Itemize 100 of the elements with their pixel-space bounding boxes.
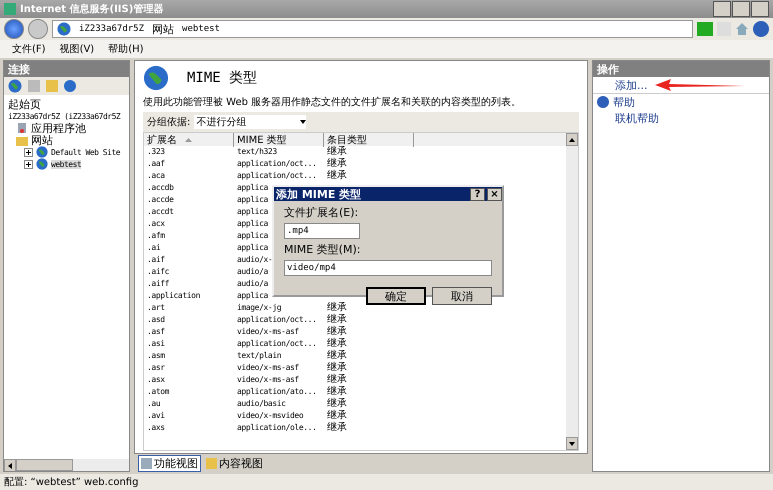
input-field[interactable]: video/mp4 xyxy=(284,260,492,276)
table-cell: application/oct... xyxy=(237,338,316,350)
table-cell: applica xyxy=(237,242,268,254)
sort-icon xyxy=(185,138,192,142)
table-cell-text: 继承 xyxy=(327,362,347,374)
table-cell: .axs xyxy=(147,422,165,434)
table-cell: .aif xyxy=(147,254,165,266)
action-link[interactable]: 添加... xyxy=(615,78,648,92)
view-tab[interactable]: 功能视图 xyxy=(138,454,201,472)
column-header[interactable]: 扩展名 xyxy=(144,133,234,147)
table-cell-text: 继承 xyxy=(327,374,347,386)
field-label: MIME 类型(M): xyxy=(284,242,360,257)
breadcrumb[interactable]: iZ233a67dr5Z xyxy=(79,24,144,34)
back-button[interactable] xyxy=(4,19,24,39)
table-cell-text: 继承 xyxy=(327,386,347,398)
table-cell: video/x-msvideo xyxy=(237,410,304,422)
tree-item[interactable]: 网站 xyxy=(31,132,53,148)
table-cell: .asf xyxy=(147,326,165,338)
table-cell-text: 继承 xyxy=(327,326,347,338)
table-cell: .atom xyxy=(147,386,170,398)
group-label: 分组依据: xyxy=(147,116,190,129)
table-cell: .aiff xyxy=(147,278,170,290)
panel-header: 连接 xyxy=(4,61,129,77)
table-cell: audio/a xyxy=(237,278,268,290)
view-tab[interactable]: 内容视图 xyxy=(203,454,266,472)
tree-item[interactable]: iZ233a67dr5Z (iZ233a67dr5Z xyxy=(8,112,120,120)
input-field[interactable]: .mp4 xyxy=(284,223,360,239)
table-cell: .avi xyxy=(147,410,165,422)
table-cell: .art xyxy=(147,302,165,314)
table-cell: .323 xyxy=(147,146,165,158)
table-cell: .aifc xyxy=(147,266,170,278)
status-bar: 配置: “webtest” web.config xyxy=(0,474,773,490)
scroll-left-button[interactable] xyxy=(4,459,16,471)
dropdown-arrow-icon xyxy=(300,119,306,125)
down-arrow-icon xyxy=(569,440,575,446)
table-cell: .accde xyxy=(147,194,174,206)
dialog-button[interactable]: 确定 xyxy=(366,287,426,305)
action-link[interactable]: 帮助 xyxy=(593,94,769,110)
panel-header: 操作 xyxy=(593,61,769,77)
tree-item[interactable]: 应用程序池 xyxy=(31,120,86,136)
table-cell: application/oct... xyxy=(237,158,316,170)
column-header[interactable]: 条目类型 xyxy=(324,133,414,147)
action-link[interactable]: 联机帮助 xyxy=(593,110,769,126)
expand-toggle[interactable] xyxy=(24,160,33,168)
table-cell: .afm xyxy=(147,230,165,242)
help-button[interactable]: ? xyxy=(470,188,485,200)
table-cell: .accdt xyxy=(147,206,174,218)
left-arrow-icon xyxy=(7,462,13,468)
table-cell: .aca xyxy=(147,170,165,182)
table-cell-text: 继承 xyxy=(327,338,347,350)
table-cell: text/h323 xyxy=(237,146,277,158)
table-cell: applica xyxy=(237,290,268,302)
address-bar[interactable]: iZ233a67dr5Z 网站 webtest xyxy=(52,20,693,38)
field-label: 文件扩展名(E): xyxy=(284,205,358,220)
scroll-thumb[interactable] xyxy=(16,459,73,471)
menu-item[interactable]: 视图(V) xyxy=(60,42,94,56)
table-cell: audio/x- xyxy=(237,254,272,266)
table-cell: .asd xyxy=(147,314,165,326)
expand-toggle[interactable] xyxy=(24,148,33,156)
tree-item[interactable]: webtest xyxy=(51,160,82,168)
table-cell-text: 继承 xyxy=(327,350,347,362)
table-cell: applica xyxy=(237,182,268,194)
tree-item[interactable]: Default Web Site xyxy=(51,148,120,156)
table-cell: image/x-jg xyxy=(237,302,282,314)
up-arrow-icon xyxy=(569,136,575,142)
table-cell: applica xyxy=(237,230,268,242)
table-cell-text: 继承 xyxy=(327,410,347,422)
table-cell: .asx xyxy=(147,374,165,386)
table-cell-text: 继承 xyxy=(327,302,347,314)
scroll-down-button[interactable] xyxy=(566,437,578,450)
table-cell: applica xyxy=(237,218,268,230)
table-cell-text: 继承 xyxy=(327,314,347,326)
table-cell: audio/basic xyxy=(237,398,286,410)
window-title: Internet 信息服务(IIS)管理器 xyxy=(20,2,164,16)
server-icon xyxy=(16,122,28,134)
close-button[interactable]: × xyxy=(487,188,502,200)
table-cell: .au xyxy=(147,398,160,410)
breadcrumb[interactable]: webtest xyxy=(182,24,220,34)
column-header[interactable]: MIME 类型 xyxy=(234,133,324,147)
table-cell: applica xyxy=(237,206,268,218)
breadcrumb[interactable]: 网站 xyxy=(152,22,174,36)
table-cell: application/oct... xyxy=(237,314,316,326)
table-cell: application/ole... xyxy=(237,422,316,434)
menu-item[interactable]: 帮助(H) xyxy=(108,42,144,56)
tree-item[interactable]: 起始页 xyxy=(8,96,41,112)
scroll-up-button[interactable] xyxy=(566,133,578,146)
table-cell: .asi xyxy=(147,338,165,350)
group-dropdown[interactable]: 不进行分组 xyxy=(194,115,306,129)
table-cell: .asm xyxy=(147,350,165,362)
forward-button[interactable] xyxy=(28,19,48,39)
table-cell: text/plain xyxy=(237,350,282,362)
table-cell-text: 继承 xyxy=(327,398,347,410)
dialog-title: 添加 MIME 类型 xyxy=(276,186,362,202)
table-cell: .acx xyxy=(147,218,165,230)
table-cell: 继承 xyxy=(327,422,347,434)
table-cell: .asr xyxy=(147,362,165,374)
table-cell: video/x-ms-asf xyxy=(237,362,299,374)
page-title: MIME 类型 xyxy=(187,69,258,87)
dialog-button[interactable]: 取消 xyxy=(432,287,492,305)
menu-item[interactable]: 文件(F) xyxy=(12,42,46,56)
